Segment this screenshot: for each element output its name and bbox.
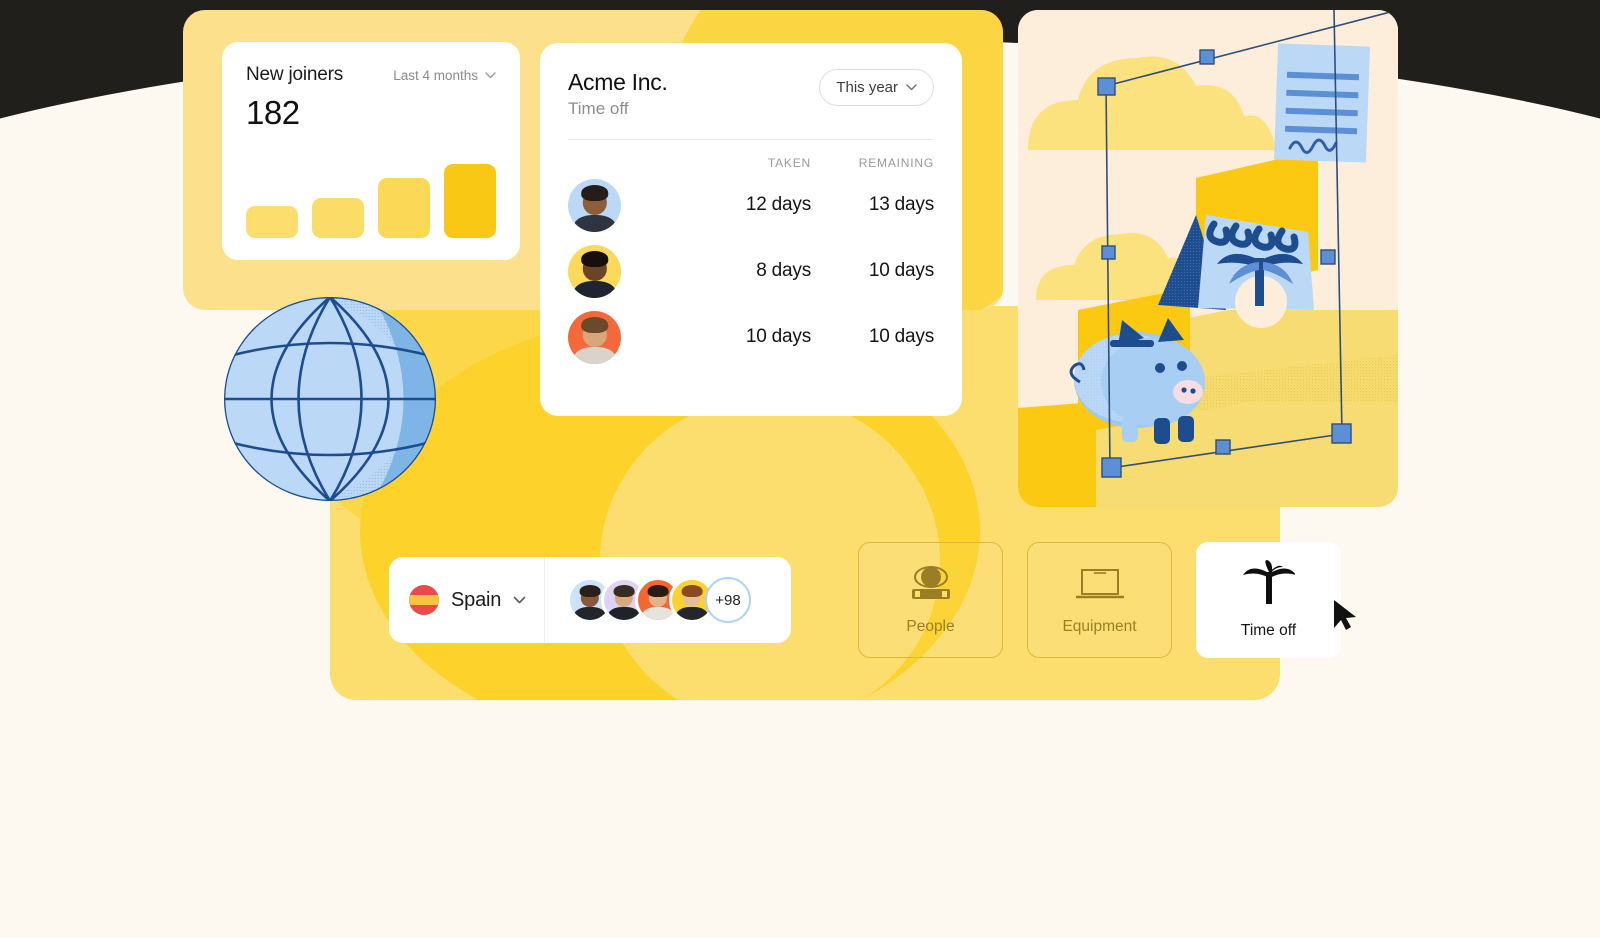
time-off-illustration xyxy=(1018,10,1398,507)
illustration-panel xyxy=(1018,10,1398,507)
company-name: Acme Inc. xyxy=(568,69,668,95)
period-label: This year xyxy=(836,79,898,96)
spain-flag-icon xyxy=(409,585,439,615)
tab-time-off[interactable]: Time off xyxy=(1196,542,1341,658)
globe-illustration xyxy=(224,297,436,501)
new-joiners-bar-chart xyxy=(246,154,496,238)
new-joiners-header: New joiners Last 4 months xyxy=(246,64,496,86)
remaining-value: 13 days xyxy=(868,194,934,215)
avatar xyxy=(568,310,621,364)
bar-month-3 xyxy=(378,177,430,238)
chevron-down-icon xyxy=(513,596,526,604)
avatar xyxy=(568,178,621,232)
taken-value: 12 days xyxy=(745,194,811,215)
table-row: 8 days 10 days xyxy=(568,238,934,304)
remaining-value: 10 days xyxy=(868,260,934,281)
country-label: Spain xyxy=(451,588,502,611)
chevron-down-icon xyxy=(485,71,496,78)
time-off-table: TAKEN REMAINING 12 days 13 days 8 days 1… xyxy=(568,144,934,370)
country-select[interactable]: Spain xyxy=(389,557,545,643)
avatar-overflow-count[interactable]: +98 xyxy=(705,577,751,623)
document-with-signature xyxy=(1274,43,1370,163)
table-header-row: TAKEN REMAINING xyxy=(568,144,934,172)
time-off-header: Acme Inc. Time off This year xyxy=(568,69,934,119)
new-joiners-card: New joiners Last 4 months 182 xyxy=(222,42,520,260)
bar-month-2 xyxy=(312,197,364,238)
taken-value: 8 days xyxy=(756,260,811,281)
new-joiners-range-select[interactable]: Last 4 months xyxy=(393,68,496,83)
table-row: 12 days 13 days xyxy=(568,172,934,238)
tab-equipment[interactable]: Equipment xyxy=(1027,542,1172,658)
bar-month-1 xyxy=(246,206,298,238)
people-icon xyxy=(911,566,950,599)
column-header-remaining: REMAINING xyxy=(858,156,934,170)
tab-label: People xyxy=(906,618,955,635)
table-row: 10 days 10 days xyxy=(568,304,934,370)
laptop-icon xyxy=(1075,569,1124,599)
country-people-widget: Spain +98 xyxy=(389,557,791,643)
time-off-heading-group: Acme Inc. Time off xyxy=(568,69,668,119)
taken-value: 10 days xyxy=(745,326,811,347)
chevron-down-icon xyxy=(906,84,917,91)
palm-tree-icon xyxy=(1242,560,1295,604)
time-off-card: Acme Inc. Time off This year TAKEN REMAI… xyxy=(540,43,962,416)
time-off-subtitle: Time off xyxy=(568,99,629,118)
avatar-group[interactable]: +98 xyxy=(545,577,751,623)
period-select-button[interactable]: This year xyxy=(819,69,934,106)
time-off-divider xyxy=(568,139,934,140)
new-joiners-value: 182 xyxy=(246,94,300,131)
tab-label: Equipment xyxy=(1062,618,1137,635)
tab-label: Time off xyxy=(1240,622,1297,639)
bar-month-4 xyxy=(444,164,496,238)
column-header-taken: TAKEN xyxy=(767,156,811,170)
avatar xyxy=(568,244,621,298)
tab-people[interactable]: People xyxy=(858,542,1003,658)
cursor-arrow-icon xyxy=(1334,600,1356,630)
new-joiners-title: New joiners xyxy=(246,64,344,85)
new-joiners-range-label: Last 4 months xyxy=(393,67,478,83)
remaining-value: 10 days xyxy=(868,326,934,347)
